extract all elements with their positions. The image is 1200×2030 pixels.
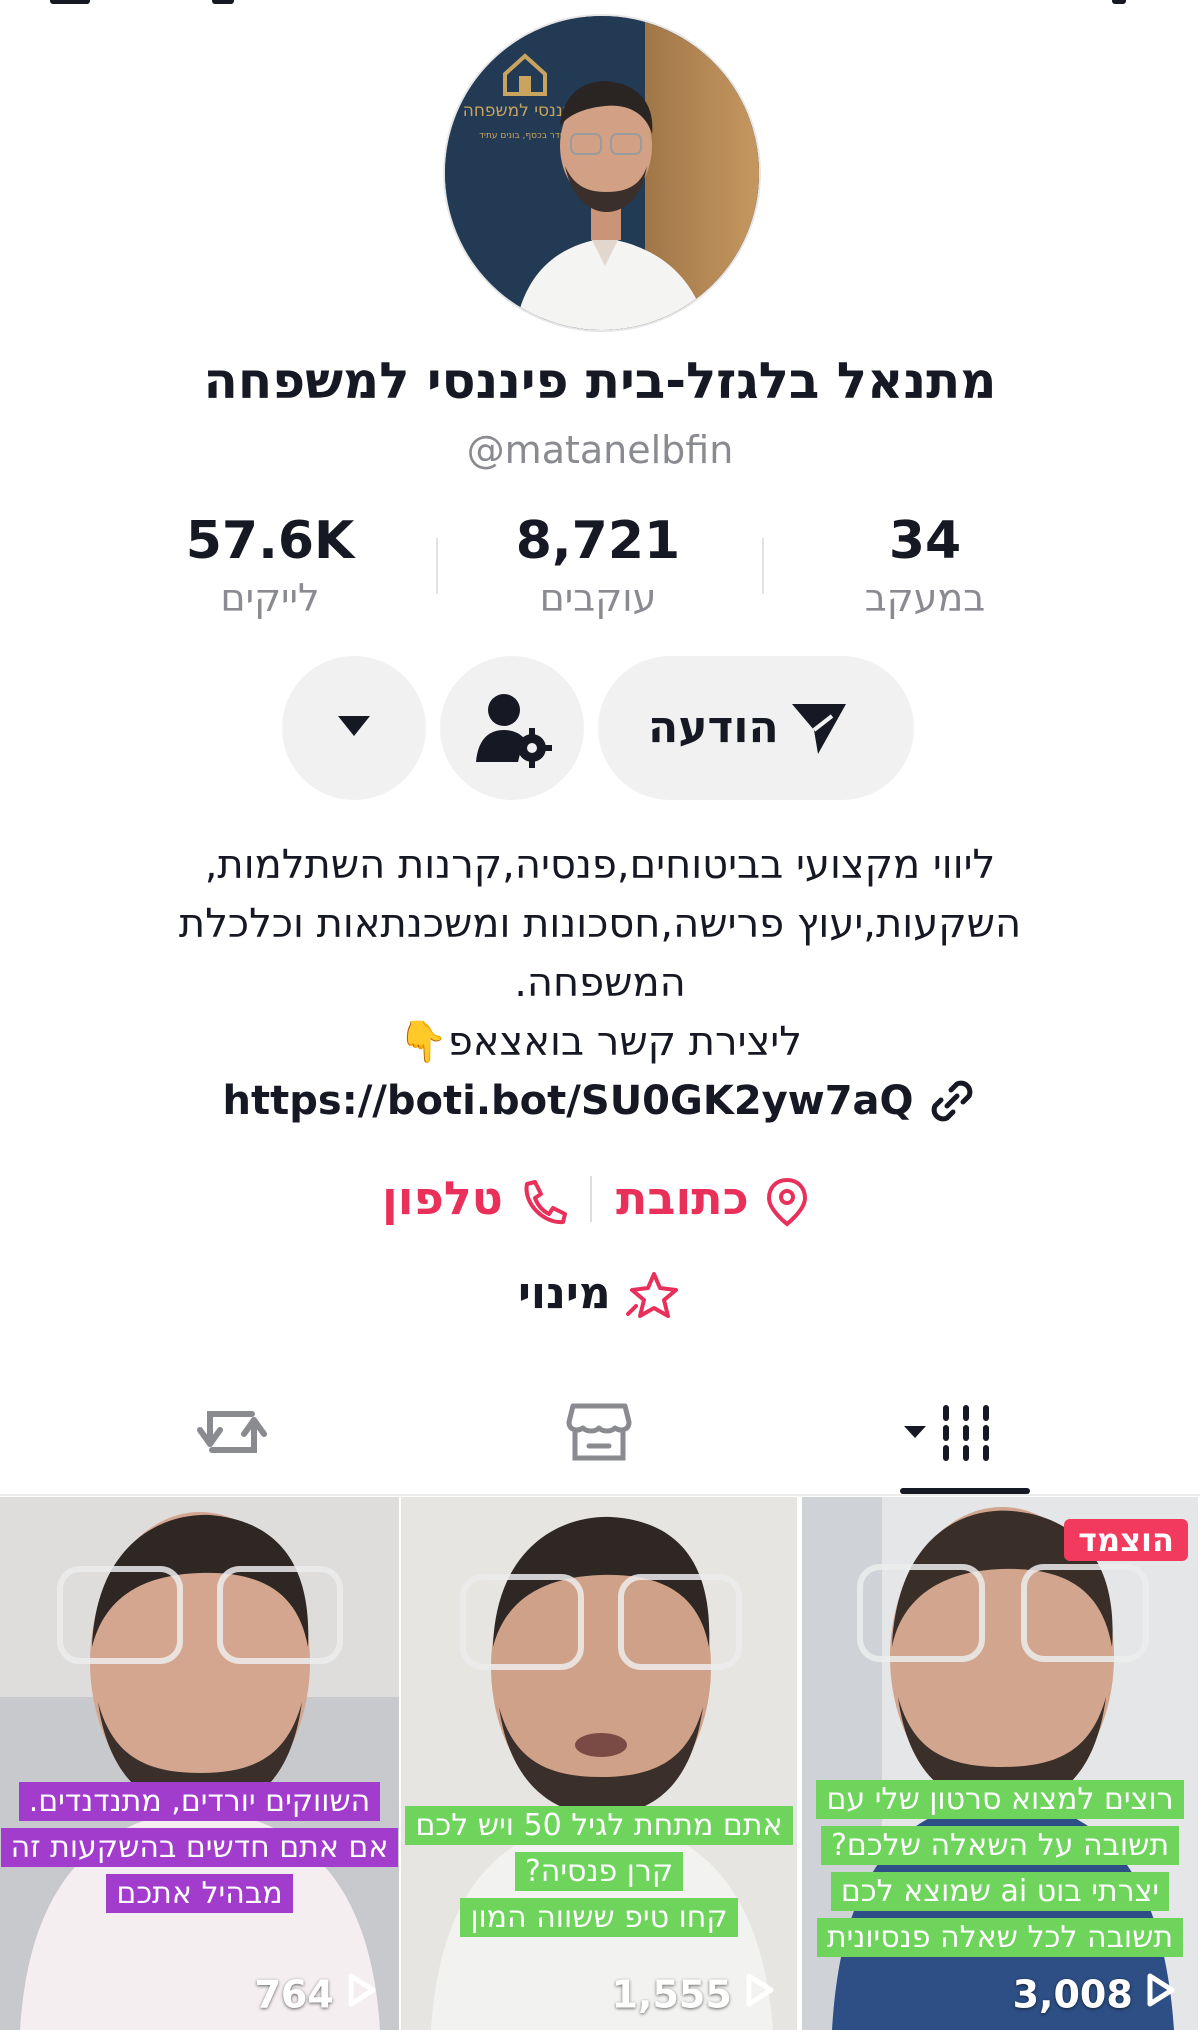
video-thumbnail — [401, 1497, 797, 2030]
video-tile[interactable]: אתם מתחת לגיל 50 ויש לכם קרן פנסיה? קחו … — [401, 1497, 797, 2030]
caret-down-icon — [338, 716, 370, 740]
view-count: 1,555 — [611, 1970, 775, 2016]
view-count: 764 — [254, 1970, 377, 2016]
more-button[interactable] — [282, 656, 426, 800]
bio-line: ליווי מקצועי בביטוחים,פנסיה,קרנות השתלמו… — [204, 842, 996, 888]
play-icon — [1146, 1972, 1176, 2016]
phone-link[interactable]: טלפון — [382, 1168, 567, 1228]
stat-likes[interactable]: 57.6K לייקים — [150, 508, 390, 622]
view-count-value: 1,555 — [611, 1972, 732, 2016]
status-bar-fragment — [1112, 0, 1126, 4]
caption-line: מבהיל אתכם — [106, 1874, 293, 1913]
video-caption: השווקים יורדים, מתנדנדים. אם אתם חדשים ב… — [0, 1779, 399, 1917]
bio-link-text: https://boti.bot/SU0GK2yw7aQ — [222, 1078, 914, 1124]
caption-line: יצרתי בוט ai שמוצא לכם — [830, 1872, 1170, 1911]
caption-line: קרן פנסיה? — [514, 1852, 684, 1891]
grid-icon — [904, 1404, 1004, 1468]
caption-line: תשובה לכל שאלה פנסיונית — [816, 1918, 1184, 1957]
user-settings-icon — [474, 692, 552, 772]
bio-line: ליצירת קשר בואצאפ👇 — [398, 1019, 802, 1065]
video-tile[interactable]: הוצמד רוצים למצוא סרטון שלי עם תשובה על … — [802, 1497, 1198, 2030]
stat-followers[interactable]: 8,721 עוקבים — [478, 508, 718, 622]
stat-followers-value: 8,721 — [515, 511, 681, 571]
tab-reposts[interactable] — [180, 1394, 290, 1474]
address-link[interactable]: כתובת — [616, 1168, 809, 1228]
profile-name: מתנאל בלגזל-בית פיננסי למשפחה — [203, 352, 997, 410]
caption-line: השווקים יורדים, מתנדנדים. — [18, 1782, 381, 1821]
contact-divider — [590, 1176, 592, 1222]
caption-line: תשובה על השאלה שלכם? — [820, 1826, 1180, 1865]
play-icon — [347, 1972, 377, 2016]
video-caption: אתם מתחת לגיל 50 ויש לכם קרן פנסיה? קחו … — [401, 1803, 797, 1941]
bio-link[interactable]: https://boti.bot/SU0GK2yw7aQ — [0, 1076, 1200, 1126]
play-icon — [745, 1972, 775, 2016]
stat-following-label: במעקב — [864, 576, 986, 620]
view-count-value: 764 — [254, 1972, 334, 2016]
stat-followers-label: עוקבים — [539, 576, 657, 620]
tab-videos[interactable] — [904, 1394, 1004, 1474]
store-icon — [565, 1400, 633, 1468]
message-button-label: הודעה — [648, 702, 779, 753]
view-count: 3,008 — [1012, 1970, 1176, 2016]
video-tile[interactable]: השווקים יורדים, מתנדנדים. אם אתם חדשים ב… — [0, 1497, 399, 2030]
stat-following-value: 34 — [888, 511, 962, 571]
stat-likes-value: 57.6K — [185, 511, 355, 571]
send-icon — [788, 698, 850, 762]
caption-line: קחו טיפ ששווה המון — [460, 1898, 738, 1937]
stat-likes-label: לייקים — [220, 576, 320, 620]
subscription-label: מינוי — [517, 1268, 611, 1319]
status-bar-fragment — [50, 0, 90, 4]
location-icon — [749, 1171, 809, 1227]
stat-divider — [436, 538, 438, 594]
phone-icon — [503, 1171, 567, 1225]
bio: ליווי מקצועי בביטוחים,פנסיה,קרנות השתלמו… — [90, 836, 1110, 1072]
link-icon — [927, 1076, 977, 1122]
repost-icon — [196, 1400, 268, 1468]
video-caption: רוצים למצוא סרטון שלי עם תשובה על השאלה … — [802, 1777, 1198, 1961]
caption-line: אם אתם חדשים בהשקעות זה — [0, 1828, 399, 1867]
tab-divider — [0, 1494, 1200, 1496]
message-button[interactable]: הודעה — [598, 656, 914, 800]
stat-following[interactable]: 34 במעקב — [805, 508, 1045, 622]
bio-line: השקעות,יעוץ פרישה,חסכונות ומשכנתאות וכלכ… — [178, 901, 1022, 947]
avatar[interactable]: בית פיננסי למשפחה עושים סדר בכסף, בונים … — [443, 14, 761, 332]
star-icon — [611, 1268, 682, 1319]
phone-label: טלפון — [382, 1171, 503, 1225]
pinned-badge: הוצמד — [1064, 1519, 1188, 1561]
caption-line: אתם מתחת לגיל 50 ויש לכם — [405, 1806, 793, 1845]
user-settings-button[interactable] — [440, 656, 584, 800]
stat-divider — [762, 538, 764, 594]
subscription-link[interactable]: מינוי — [0, 1268, 1200, 1322]
address-label: כתובת — [616, 1171, 749, 1225]
view-count-value: 3,008 — [1012, 1972, 1133, 2016]
profile-handle: @matanelbfin — [466, 428, 734, 472]
caption-line: רוצים למצוא סרטון שלי עם — [816, 1780, 1184, 1819]
tab-shop[interactable] — [545, 1394, 655, 1474]
status-bar-fragment — [212, 0, 234, 4]
video-thumbnail — [0, 1497, 399, 2030]
bio-line: המשפחה. — [514, 960, 686, 1006]
